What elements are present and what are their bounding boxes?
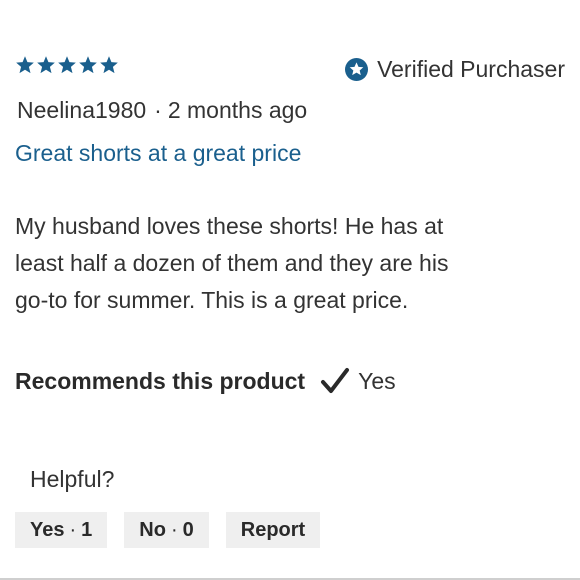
yes-label: Yes [30,518,65,541]
meta-separator: · [154,97,162,123]
recommends-value: Yes [358,367,396,394]
review-title: Great shorts at a great price [15,140,302,166]
star-icon [16,56,34,74]
star-icon [37,56,55,74]
review-meta: Neelina1980 · 2 months ago [17,97,307,124]
review-author: Neelina1980 [17,97,147,123]
report-button[interactable]: Report [225,512,321,548]
star-icon [100,56,118,74]
verified-star-badge-icon [345,58,369,81]
verified-purchaser-badge: Verified Purchaser [345,56,565,83]
verified-purchaser-label: Verified Purchaser [377,56,565,82]
review-date: 2 months ago [167,97,308,123]
yes-count: 1 [81,518,93,541]
checkmark-icon [321,368,350,393]
no-count: 0 [182,518,194,541]
helpful-label: Helpful? [30,466,115,492]
recommends-row: Recommends this product Yes [15,366,396,396]
star-rating [15,55,119,75]
helpful-no-button[interactable]: No · 0 [124,512,209,548]
yes-separator: · [69,518,77,541]
star-icon [58,56,76,74]
star-icon [79,56,97,74]
no-label: No [139,518,166,541]
review-card: Verified Purchaser Neelina1980 · 2 months … [0,0,580,580]
helpful-actions: Yes · 1 No · 0 Report [15,512,321,548]
review-body: My husband loves these shorts! He has at… [15,213,449,313]
helpful-yes-button[interactable]: Yes · 1 [15,512,108,548]
recommends-label: Recommends this product [15,367,306,394]
no-separator: · [170,518,178,541]
